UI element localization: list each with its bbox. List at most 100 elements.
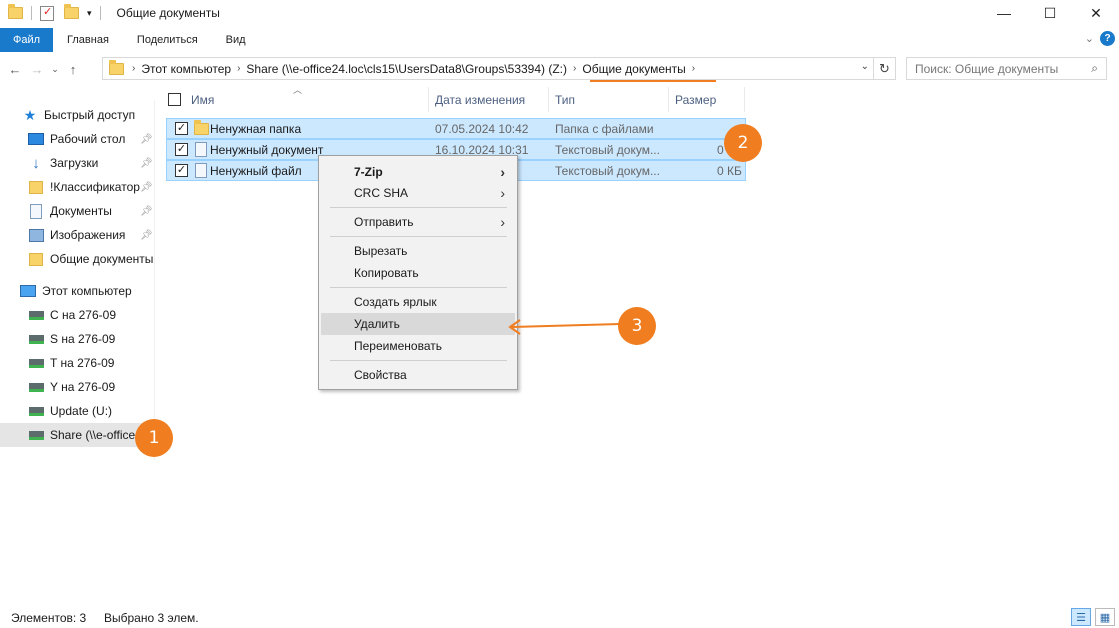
column-header-date[interactable]: Дата изменения <box>429 87 549 112</box>
tab-share[interactable]: Поделиться <box>123 28 212 52</box>
sort-ascending-icon: ︿ <box>293 85 303 95</box>
download-icon: ↓ <box>32 154 40 172</box>
row-checkbox[interactable]: ✓ <box>175 143 188 156</box>
row-checkbox[interactable]: ✓ <box>175 164 188 177</box>
tab-file[interactable]: Файл <box>0 28 54 52</box>
maximize-button[interactable]: ☐ <box>1027 0 1073 26</box>
sidebar-item-this-pc[interactable]: Этот компьютер <box>0 279 155 303</box>
document-icon <box>195 142 207 157</box>
menu-item-7zip[interactable]: 7-Zip › <box>321 161 515 183</box>
menu-item-rename[interactable]: Переименовать <box>321 335 515 357</box>
sidebar-item-documents[interactable]: Документы 📌︎ <box>0 199 155 223</box>
pin-icon[interactable]: 📌︎ <box>140 230 153 241</box>
annotation-badge-2: 2 <box>724 124 762 162</box>
file-type: Папка с файлами <box>555 122 654 136</box>
sidebar-item-drive-u[interactable]: Update (U:) <box>0 399 155 423</box>
window-controls: — ☐ ✕ <box>981 0 1119 26</box>
sidebar-item-drive-t[interactable]: T на 276-09 <box>0 351 155 375</box>
sidebar-item-drive-y[interactable]: Y на 276-09 <box>0 375 155 399</box>
ribbon-tabs: Файл Главная Поделиться Вид ⌄ ? <box>0 28 1119 52</box>
menu-item-label: Создать ярлык <box>354 295 437 309</box>
refresh-button[interactable]: ↻ <box>874 57 896 80</box>
breadcrumb-share[interactable]: Share (\\e-office24.loc\cls15\UsersData8… <box>246 62 567 76</box>
sidebar-item-shared-documents[interactable]: Общие документы <box>0 247 155 271</box>
file-size: 0 КБ <box>717 164 742 178</box>
sidebar-item-drive-s[interactable]: S на 276-09 <box>0 327 155 351</box>
sidebar-item-label: Загрузки <box>50 156 99 170</box>
sidebar-item-drive-c[interactable]: C на 276-09 <box>0 303 155 327</box>
properties-icon[interactable] <box>40 5 54 21</box>
sidebar-item-label: Update (U:) <box>50 404 113 418</box>
chevron-right-icon[interactable]: › <box>692 63 695 74</box>
close-button[interactable]: ✕ <box>1073 0 1119 26</box>
breadcrumb-shared-documents[interactable]: Общие документы <box>582 62 685 76</box>
pin-icon[interactable]: 📌︎ <box>140 134 153 145</box>
file-type: Текстовый докум... <box>555 164 660 178</box>
new-folder-icon[interactable] <box>64 4 79 19</box>
star-icon: ★ <box>23 106 37 123</box>
help-icon[interactable]: ? <box>1100 31 1115 46</box>
file-row[interactable]: ✓ Ненужная папка 07.05.2024 10:42 Папка … <box>166 118 746 139</box>
menu-item-label: Вырезать <box>354 244 408 258</box>
sidebar-item-downloads[interactable]: ↓ Загрузки 📌︎ <box>0 151 155 175</box>
forward-button[interactable]: → <box>26 58 48 80</box>
sidebar-item-desktop[interactable]: Рабочий стол 📌︎ <box>0 127 155 151</box>
menu-item-send-to[interactable]: Отправить › <box>321 211 515 233</box>
pin-icon[interactable]: 📌︎ <box>140 158 153 169</box>
file-name: Ненужная папка <box>210 122 302 136</box>
menu-item-delete[interactable]: Удалить <box>321 313 515 335</box>
chevron-right-icon[interactable]: › <box>132 63 135 74</box>
row-checkbox[interactable]: ✓ <box>175 122 188 135</box>
network-drive-icon <box>28 334 44 344</box>
sidebar-item-classifier[interactable]: !Классификатор 📌︎ <box>0 175 155 199</box>
menu-item-copy[interactable]: Копировать <box>321 262 515 284</box>
address-dropdown-icon[interactable]: ⌄ <box>861 61 869 72</box>
tab-view[interactable]: Вид <box>212 28 260 52</box>
sidebar-item-quick-access[interactable]: ★ Быстрый доступ <box>0 103 155 127</box>
expand-ribbon-icon[interactable]: ⌄ <box>1085 32 1094 45</box>
back-button[interactable]: ← <box>4 58 26 80</box>
file-date: 07.05.2024 10:42 <box>435 122 529 136</box>
file-name: Ненужный файл <box>210 164 302 178</box>
details-view-icon[interactable]: ☰ <box>1071 608 1091 626</box>
annotation-badge-1: 1 <box>135 419 173 457</box>
large-icons-view-icon[interactable]: ▦ <box>1095 608 1115 626</box>
sidebar-item-label: Этот компьютер <box>42 284 132 298</box>
search-input[interactable]: Поиск: Общие документы ⌕ <box>906 57 1107 80</box>
menu-item-create-shortcut[interactable]: Создать ярлык <box>321 291 515 313</box>
chevron-right-icon: › <box>500 185 505 201</box>
customize-toolbar-icon[interactable]: ▾ <box>87 8 92 19</box>
minimize-button[interactable]: — <box>981 0 1027 26</box>
divider <box>31 6 32 20</box>
up-button[interactable]: ↑ <box>62 58 84 80</box>
file-type: Текстовый докум... <box>555 143 660 157</box>
pin-icon[interactable]: 📌︎ <box>140 182 153 193</box>
select-all-checkbox[interactable] <box>168 93 181 106</box>
chevron-right-icon[interactable]: › <box>573 63 576 74</box>
menu-item-properties[interactable]: Свойства <box>321 364 515 386</box>
chevron-right-icon[interactable]: › <box>237 63 240 74</box>
search-icon: ⌕ <box>1091 61 1098 75</box>
menu-item-label: 7-Zip <box>354 165 383 179</box>
divider <box>99 6 101 20</box>
column-header-type[interactable]: Тип <box>549 87 669 112</box>
pin-icon[interactable]: 📌︎ <box>140 206 153 217</box>
breadcrumb-this-pc[interactable]: Этот компьютер <box>141 62 231 76</box>
column-header-size[interactable]: Размер <box>669 87 745 112</box>
computer-icon <box>20 285 36 297</box>
recent-locations-button[interactable]: ⌄ <box>48 58 62 80</box>
search-placeholder: Поиск: Общие документы <box>915 61 1059 76</box>
sidebar-item-label: S на 276-09 <box>50 332 116 346</box>
sidebar-item-share[interactable]: Share (\\e-office <box>0 423 155 447</box>
ribbon-right-controls: ⌄ ? <box>1085 31 1115 46</box>
address-bar[interactable]: › Этот компьютер › Share (\\e-office24.l… <box>102 57 874 80</box>
network-drive-icon <box>28 358 44 368</box>
sidebar-item-pictures[interactable]: Изображения 📌︎ <box>0 223 155 247</box>
tab-home[interactable]: Главная <box>53 28 123 52</box>
menu-item-crc-sha[interactable]: CRC SHA › <box>321 182 515 204</box>
folder-icon <box>29 252 43 266</box>
menu-item-cut[interactable]: Вырезать <box>321 240 515 262</box>
sidebar-item-label: T на 276-09 <box>50 356 115 370</box>
folder-icon <box>8 4 23 19</box>
sidebar-item-label: C на 276-09 <box>50 308 116 322</box>
